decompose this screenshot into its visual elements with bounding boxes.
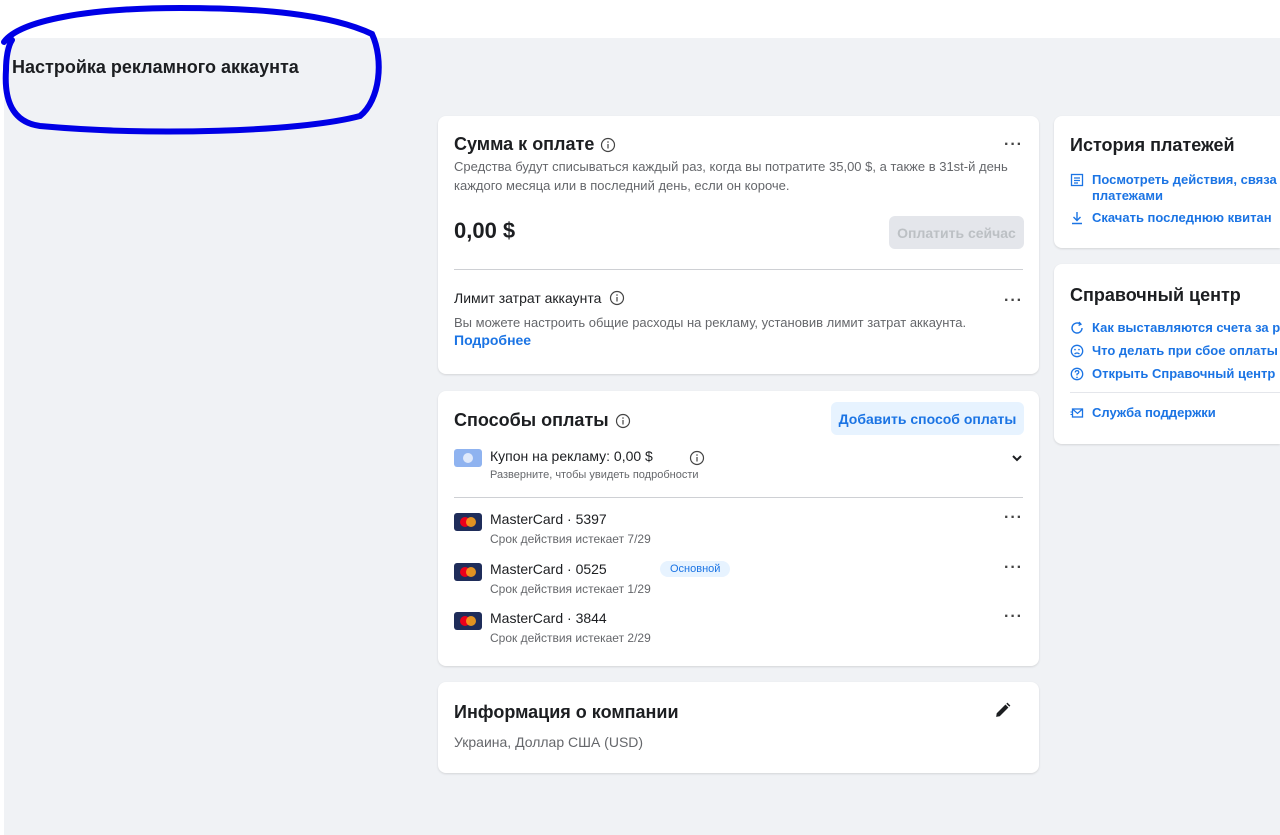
view-payment-activity-line-2: платежами <box>1092 188 1163 203</box>
card-expiry: Срок действия истекает 2/29 <box>490 631 651 645</box>
company-info-title: Информация о компании <box>454 702 679 722</box>
refresh-icon <box>1071 321 1083 334</box>
coupon-sub: Разверните, чтобы увидеть подробности <box>490 469 699 481</box>
card-name: MasterCard · 5397 <box>490 511 607 527</box>
spend-limit-title-row: Лимит затрат аккаунта <box>454 290 625 306</box>
card-more-button[interactable]: ··· <box>1004 609 1023 625</box>
card-more-button[interactable]: ··· <box>1004 510 1023 526</box>
payment-failure-text: Что делать при сбое оплаты <box>1092 343 1278 358</box>
view-payment-activity-link[interactable]: Посмотреть действия, связа платежами <box>1070 172 1277 204</box>
help-center-title: Справочный центр <box>1070 285 1241 305</box>
pencil-icon[interactable] <box>994 702 1011 719</box>
card-expiry: Срок действия истекает 1/29 <box>490 582 651 596</box>
info-icon[interactable] <box>600 137 616 153</box>
payment-methods-title-row: Способы оплаты <box>454 410 631 431</box>
open-help-center-text: Открыть Справочный центр <box>1092 366 1276 381</box>
learn-more-link[interactable]: Подробнее <box>454 332 531 348</box>
help-center-card: Справочный центр Как выставляются счета … <box>1054 264 1280 444</box>
payment-history-title: История платежей <box>1070 135 1235 155</box>
payment-history-card: История платежей Посмотреть действия, св… <box>1054 116 1280 248</box>
receipt-icon <box>1070 173 1084 187</box>
view-payment-activity-text: Посмотреть действия, связа платежами <box>1092 172 1277 204</box>
info-icon[interactable] <box>609 290 625 306</box>
top-strip <box>0 0 1280 38</box>
coupon-icon <box>454 449 482 467</box>
view-payment-activity-line-1: Посмотреть действия, связа <box>1092 172 1277 187</box>
card-name: MasterCard · 3844 <box>490 610 607 626</box>
amount-due-more-button[interactable]: ··· <box>1004 137 1023 153</box>
amount-due-title: Сумма к оплате <box>454 134 595 154</box>
mastercard-icon <box>454 563 482 581</box>
company-info-details: Украина, Доллар США (USD) <box>454 734 644 750</box>
info-icon[interactable] <box>689 450 705 466</box>
add-payment-method-button[interactable]: Добавить способ оплаты <box>831 402 1024 435</box>
divider <box>454 269 1023 270</box>
amount-due-card: Сумма к оплате ··· Средства будут списыв… <box>438 116 1039 374</box>
card-more-button[interactable]: ··· <box>1004 560 1023 576</box>
card-row[interactable]: MasterCard · 3844 Срок действия истекает… <box>454 609 1023 652</box>
primary-badge: Основной <box>660 561 731 577</box>
support-text: Служба поддержки <box>1092 405 1216 420</box>
amount-due-description: Средства будут списываться каждый раз, к… <box>454 159 1008 193</box>
pay-now-button[interactable]: Оплатить сейчас <box>889 216 1024 249</box>
card-expiry: Срок действия истекает 7/29 <box>490 532 651 546</box>
billing-info-text: Как выставляются счета за р <box>1092 320 1280 335</box>
payment-methods-title: Способы оплаты <box>454 410 609 430</box>
mail-icon <box>1070 408 1084 418</box>
divider <box>454 497 1023 498</box>
download-receipt-text: Скачать последнюю квитан <box>1092 210 1272 225</box>
spend-limit-more-button[interactable]: ··· <box>1004 293 1023 309</box>
question-icon <box>1070 367 1084 381</box>
spend-limit-description: Вы можете настроить общие расходы на рек… <box>454 315 967 330</box>
page-title: Настройка рекламного аккаунта <box>12 57 299 77</box>
payment-failure-link[interactable]: Что делать при сбое оплаты <box>1070 343 1278 359</box>
card-row[interactable]: MasterCard · 0525 Основной Срок действия… <box>454 560 1023 603</box>
spend-limit-title: Лимит затрат аккаунта <box>454 290 602 306</box>
download-icon <box>1072 212 1082 225</box>
info-icon[interactable] <box>615 413 631 429</box>
mastercard-icon <box>454 612 482 630</box>
amount-due-title-row: Сумма к оплате <box>454 134 616 155</box>
chevron-down-icon[interactable] <box>1011 452 1023 464</box>
amount-due-value: 0,00 $ <box>454 218 516 243</box>
coupon-row[interactable]: Купон на рекламу: 0,00 $ Разверните, что… <box>454 448 1023 490</box>
company-info-card: Информация о компании Украина, Доллар СШ… <box>438 682 1039 773</box>
download-receipt-link[interactable]: Скачать последнюю квитан <box>1070 210 1272 226</box>
sad-face-icon <box>1070 344 1084 358</box>
divider <box>1070 392 1280 393</box>
payment-methods-card: Способы оплаты Добавить способ оплаты Ку… <box>438 391 1039 666</box>
mastercard-icon <box>454 513 482 531</box>
billing-info-link[interactable]: Как выставляются счета за р <box>1070 320 1280 336</box>
card-row[interactable]: MasterCard · 5397 Срок действия истекает… <box>454 510 1023 553</box>
open-help-center-link[interactable]: Открыть Справочный центр <box>1070 366 1275 382</box>
support-link[interactable]: Служба поддержки <box>1070 405 1216 421</box>
coupon-label: Купон на рекламу: 0,00 $ <box>490 448 653 464</box>
card-name: MasterCard · 0525 <box>490 561 607 577</box>
